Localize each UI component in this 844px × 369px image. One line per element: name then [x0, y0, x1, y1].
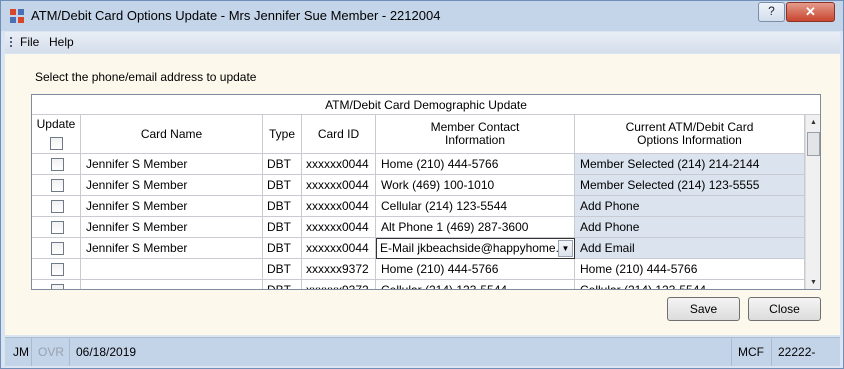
- contact-cell[interactable]: Home (210) 444-5766: [376, 154, 575, 175]
- help-button[interactable]: ?: [758, 2, 785, 22]
- card-name-cell: Jennifer S Member: [81, 154, 263, 175]
- table-row[interactable]: DBT xxxxxx9372 Home (210) 444-5766 Home …: [32, 259, 805, 280]
- card-name-cell: [81, 259, 263, 280]
- vertical-scrollbar[interactable]: ▲ ▼: [805, 115, 820, 289]
- card-id-cell: xxxxxx9372: [302, 280, 376, 289]
- current-options-cell: Add Phone: [575, 196, 805, 217]
- grid-header-row: Update Card Name Type Card ID Member Con…: [32, 115, 805, 154]
- select-all-checkbox[interactable]: [50, 137, 63, 150]
- contact-cell[interactable]: Home (210) 444-5766: [376, 259, 575, 280]
- type-cell: DBT: [263, 175, 302, 196]
- grip-icon: [10, 37, 12, 49]
- table-row[interactable]: Jennifer S Member DBT xxxxxx0044 Work (4…: [32, 175, 805, 196]
- close-button[interactable]: Close: [748, 297, 821, 321]
- card-name-cell: Jennifer S Member: [81, 217, 263, 238]
- window-close-button[interactable]: ✕: [786, 2, 835, 22]
- card-name-cell: Jennifer S Member: [81, 196, 263, 217]
- contact-cell[interactable]: Cellular (214) 123-5544: [376, 196, 575, 217]
- instruction-text: Select the phone/email address to update: [35, 70, 257, 84]
- contact-cell[interactable]: Cellular (214) 123-5544: [376, 280, 575, 289]
- type-cell: DBT: [263, 280, 302, 289]
- update-checkbox[interactable]: [51, 158, 64, 171]
- table-row[interactable]: Jennifer S Member DBT xxxxxx0044 Cellula…: [32, 196, 805, 217]
- type-cell: DBT: [263, 259, 302, 280]
- scroll-thumb[interactable]: [807, 132, 820, 156]
- save-button[interactable]: Save: [667, 297, 740, 321]
- current-options-cell: Home (210) 444-5766: [575, 259, 805, 280]
- table-row[interactable]: DBT xxxxxx9372 Cellular (214) 123-5544 C…: [32, 280, 805, 289]
- header-type[interactable]: Type: [263, 115, 302, 154]
- current-options-cell: Member Selected (214) 214-2144: [575, 154, 805, 175]
- card-id-cell: xxxxxx0044: [302, 154, 376, 175]
- current-options-cell: Cellular (214) 123-5544: [575, 280, 805, 289]
- update-checkbox[interactable]: [51, 284, 64, 289]
- header-update: Update: [32, 115, 81, 154]
- current-options-cell: Member Selected (214) 123-5555: [575, 175, 805, 196]
- app-icon: [10, 9, 24, 23]
- table-row[interactable]: Jennifer S Member DBT xxxxxx0044 Home (2…: [32, 154, 805, 175]
- update-cell: [32, 217, 81, 238]
- card-name-cell: [81, 280, 263, 289]
- dialog-window: ATM/Debit Card Options Update - Mrs Jenn…: [0, 0, 844, 369]
- dropdown-arrow-icon[interactable]: ▼: [558, 240, 573, 257]
- card-name-cell: Jennifer S Member: [81, 175, 263, 196]
- header-card-id[interactable]: Card ID: [302, 115, 376, 154]
- status-bar: JM OVR 06/18/2019 MCF 22222-003: [5, 337, 840, 366]
- contact-dropdown-value: E-Mail jkbeachside@happyhome.com: [380, 241, 558, 255]
- type-cell: DBT: [263, 238, 302, 259]
- card-id-cell: xxxxxx0044: [302, 196, 376, 217]
- update-cell: [32, 280, 81, 289]
- card-id-cell: xxxxxx9372: [302, 259, 376, 280]
- contact-cell[interactable]: Alt Phone 1 (469) 287-3600: [376, 217, 575, 238]
- current-options-cell: Add Phone: [575, 217, 805, 238]
- window-title: ATM/Debit Card Options Update - Mrs Jenn…: [31, 8, 441, 23]
- demographic-grid: ATM/Debit Card Demographic Update Update…: [31, 94, 821, 290]
- content-area: Select the phone/email address to update…: [5, 54, 840, 335]
- card-name-cell: Jennifer S Member: [81, 238, 263, 259]
- status-date: 06/18/2019: [69, 338, 142, 366]
- update-cell: [32, 238, 81, 259]
- update-cell: [32, 175, 81, 196]
- scroll-up-icon[interactable]: ▲: [806, 115, 820, 130]
- update-cell: [32, 259, 81, 280]
- update-cell: [32, 196, 81, 217]
- contact-cell[interactable]: Work (469) 100-1010: [376, 175, 575, 196]
- header-update-label: Update: [36, 117, 76, 131]
- table-row[interactable]: Jennifer S Member DBT xxxxxx0044 Alt Pho…: [32, 217, 805, 238]
- update-checkbox[interactable]: [51, 221, 64, 234]
- menu-help[interactable]: Help: [49, 35, 74, 49]
- contact-dropdown[interactable]: E-Mail jkbeachside@happyhome.com ▼: [376, 238, 575, 259]
- grid-caption: ATM/Debit Card Demographic Update: [32, 95, 820, 115]
- title-bar: ATM/Debit Card Options Update - Mrs Jenn…: [1, 1, 843, 31]
- type-cell: DBT: [263, 217, 302, 238]
- update-checkbox[interactable]: [51, 263, 64, 276]
- update-checkbox[interactable]: [51, 242, 64, 255]
- card-id-cell: xxxxxx0044: [302, 175, 376, 196]
- update-checkbox[interactable]: [51, 179, 64, 192]
- header-card-name[interactable]: Card Name: [81, 115, 263, 154]
- status-mcf: MCF: [731, 338, 770, 366]
- card-id-cell: xxxxxx0044: [302, 217, 376, 238]
- menu-file[interactable]: File: [20, 35, 39, 49]
- update-cell: [32, 154, 81, 175]
- header-member-contact[interactable]: Member Contact Information: [376, 115, 575, 154]
- type-cell: DBT: [263, 196, 302, 217]
- header-current-options[interactable]: Current ATM/Debit Card Options Informati…: [575, 115, 805, 154]
- scroll-down-icon[interactable]: ▼: [806, 275, 820, 289]
- type-cell: DBT: [263, 154, 302, 175]
- menu-bar: File Help: [5, 32, 840, 53]
- status-mode: OVR: [31, 338, 70, 366]
- card-id-cell: xxxxxx0044: [302, 238, 376, 259]
- status-code: 22222-003: [771, 338, 840, 366]
- update-checkbox[interactable]: [51, 200, 64, 213]
- table-row[interactable]: Jennifer S Member DBT xxxxxx0044 E-Mail …: [32, 238, 805, 259]
- current-options-cell: Add Email: [575, 238, 805, 259]
